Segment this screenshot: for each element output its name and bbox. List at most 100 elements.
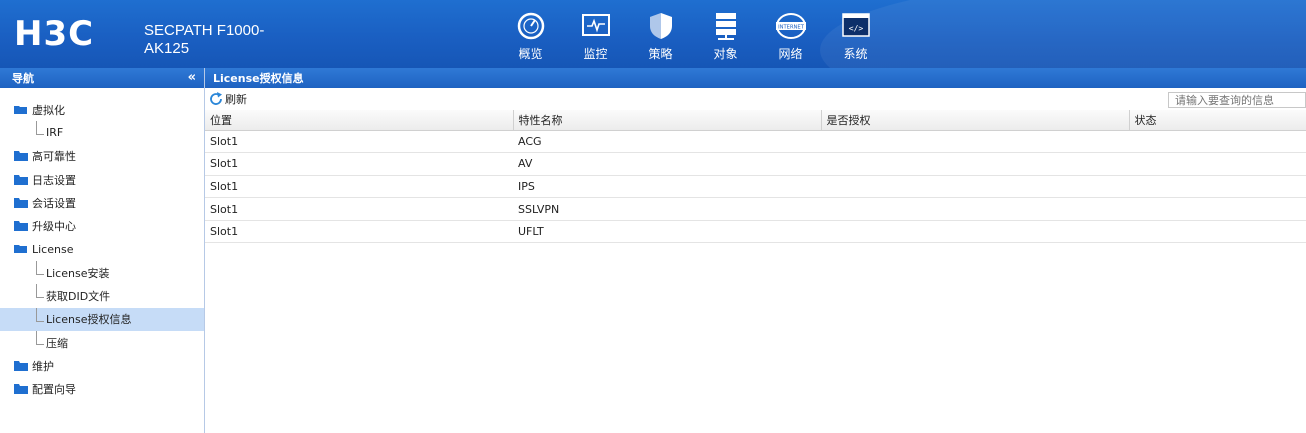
column-header-feature-name[interactable]: 特性名称 (513, 110, 822, 131)
tree-item-log-settings[interactable]: 日志设置 (0, 168, 204, 191)
top-header: H3C SECPATH F1000-AK125 概览 监控 策略 对象 INTE… (0, 0, 1306, 68)
shield-icon (645, 10, 677, 42)
nav-system-label: 系统 (843, 47, 868, 61)
nav-overview[interactable]: 概览 (498, 10, 563, 62)
table-row[interactable]: Slot1 IPS (205, 175, 1306, 199)
tree-item-label: License授权信息 (46, 313, 132, 327)
cell-feature-name: IPS (513, 175, 821, 199)
folder-open-icon (14, 105, 28, 115)
navigation-tree: 虚拟化 IRF 高可靠性 日志设置 会话设置 升级中心 License Lice… (0, 88, 204, 401)
cell-location: Slot1 (205, 220, 513, 244)
collapse-icon[interactable]: « (188, 70, 196, 85)
tree-item-label: 升级中心 (32, 220, 76, 234)
nav-system[interactable]: </> 系统 (823, 10, 888, 62)
nav-monitor-label: 监控 (583, 47, 608, 61)
header-decoration (820, 0, 1306, 68)
h3c-logo: H3C (14, 14, 95, 54)
nav-object[interactable]: 对象 (693, 10, 758, 62)
tree-branch-line (36, 284, 44, 299)
tree-branch-line (36, 307, 44, 322)
svg-text:INTERNET: INTERNET (778, 25, 805, 31)
toolbar: 刷新 (205, 88, 1306, 110)
tree-branch-line (36, 330, 44, 345)
top-navigation: 概览 监控 策略 对象 INTERNET 网络 </> 系统 (498, 10, 888, 62)
folder-icon (14, 174, 28, 185)
refresh-label: 刷新 (225, 93, 247, 106)
server-icon (710, 10, 742, 42)
cell-status (1129, 152, 1306, 176)
cell-location: Slot1 (205, 197, 513, 221)
nav-policy-label: 策略 (648, 47, 673, 61)
tree-item-virtualization[interactable]: 虚拟化 (0, 98, 204, 121)
license-table: 位置 特性名称 是否授权 状态 Slot1 ACG Slot1 AV Slot1 (205, 110, 1306, 244)
tree-item-config-wizard[interactable]: 配置向导 (0, 378, 204, 401)
refresh-button[interactable]: 刷新 (209, 91, 247, 107)
tree-item-label: IRF (46, 126, 64, 140)
cell-status (1129, 220, 1306, 244)
page-title: License授权信息 (213, 72, 304, 85)
tree-item-label: 高可靠性 (32, 150, 76, 164)
column-header-authorized[interactable]: 是否授权 (821, 110, 1130, 131)
cell-location: Slot1 (205, 130, 513, 154)
cell-authorized (821, 130, 1129, 154)
code-icon: </> (840, 10, 872, 42)
tree-item-maintenance[interactable]: 维护 (0, 354, 204, 377)
tree-item-license-info[interactable]: License授权信息 (0, 307, 204, 331)
table-row[interactable]: Slot1 UFLT (205, 220, 1306, 244)
cell-authorized (821, 220, 1129, 244)
cell-status (1129, 130, 1306, 154)
tree-item-compress[interactable]: 压缩 (0, 330, 204, 354)
folder-icon (14, 384, 28, 395)
navigation-panel-header: 导航 « (0, 68, 204, 88)
nav-monitor[interactable]: 监控 (563, 10, 628, 62)
nav-network-label: 网络 (778, 47, 803, 61)
license-info-panel: License授权信息 刷新 位置 特性名称 是否授权 状态 Slot1 ACG (205, 68, 1306, 433)
folder-icon (14, 221, 28, 232)
tree-branch-line (36, 261, 44, 276)
nav-network[interactable]: INTERNET 网络 (758, 10, 823, 62)
nav-object-label: 对象 (713, 47, 738, 61)
cell-feature-name: ACG (513, 130, 821, 154)
table-row[interactable]: Slot1 AV (205, 152, 1306, 176)
product-name: SECPATH F1000-AK125 (144, 22, 265, 57)
monitor-icon (580, 10, 612, 42)
tree-item-label: 虚拟化 (32, 103, 65, 117)
tree-item-high-availability[interactable]: 高可靠性 (0, 145, 204, 168)
cell-authorized (821, 175, 1129, 199)
nav-overview-label: 概览 (518, 47, 543, 61)
cell-feature-name: UFLT (513, 220, 821, 244)
gauge-icon (515, 10, 547, 42)
folder-open-icon (14, 244, 28, 254)
folder-icon (14, 197, 28, 208)
cell-location: Slot1 (205, 152, 513, 176)
column-header-location[interactable]: 位置 (205, 110, 514, 131)
table-row[interactable]: Slot1 SSLVPN (205, 197, 1306, 221)
navigation-panel: 导航 « 虚拟化 IRF 高可靠性 日志设置 会话设置 升级中心 License… (0, 68, 205, 433)
cell-feature-name: SSLVPN (513, 197, 821, 221)
cell-authorized (821, 152, 1129, 176)
tree-item-label: License安装 (46, 266, 110, 280)
tree-item-irf[interactable]: IRF (0, 121, 204, 144)
internet-icon: INTERNET (775, 10, 807, 42)
refresh-icon (210, 92, 222, 105)
tree-item-get-did-file[interactable]: 获取DID文件 (0, 284, 204, 307)
table-row[interactable]: Slot1 ACG (205, 130, 1306, 154)
cell-status (1129, 175, 1306, 199)
nav-policy[interactable]: 策略 (628, 10, 693, 62)
svg-text:</>: </> (848, 24, 863, 33)
column-header-status[interactable]: 状态 (1129, 110, 1306, 131)
table-header-row: 位置 特性名称 是否授权 状态 (205, 110, 1306, 131)
tree-item-license-install[interactable]: License安装 (0, 261, 204, 284)
tree-item-license[interactable]: License (0, 238, 204, 261)
tree-item-session-settings[interactable]: 会话设置 (0, 191, 204, 214)
navigation-title: 导航 (12, 72, 34, 85)
license-info-header: License授权信息 (205, 68, 1306, 88)
folder-icon (14, 360, 28, 371)
tree-branch-line (36, 121, 44, 136)
cell-location: Slot1 (205, 175, 513, 199)
search-input[interactable] (1168, 92, 1306, 108)
tree-item-label: 配置向导 (32, 383, 76, 397)
tree-item-label: 获取DID文件 (46, 290, 111, 304)
tree-item-upgrade-center[interactable]: 升级中心 (0, 214, 204, 237)
folder-icon (14, 151, 28, 162)
